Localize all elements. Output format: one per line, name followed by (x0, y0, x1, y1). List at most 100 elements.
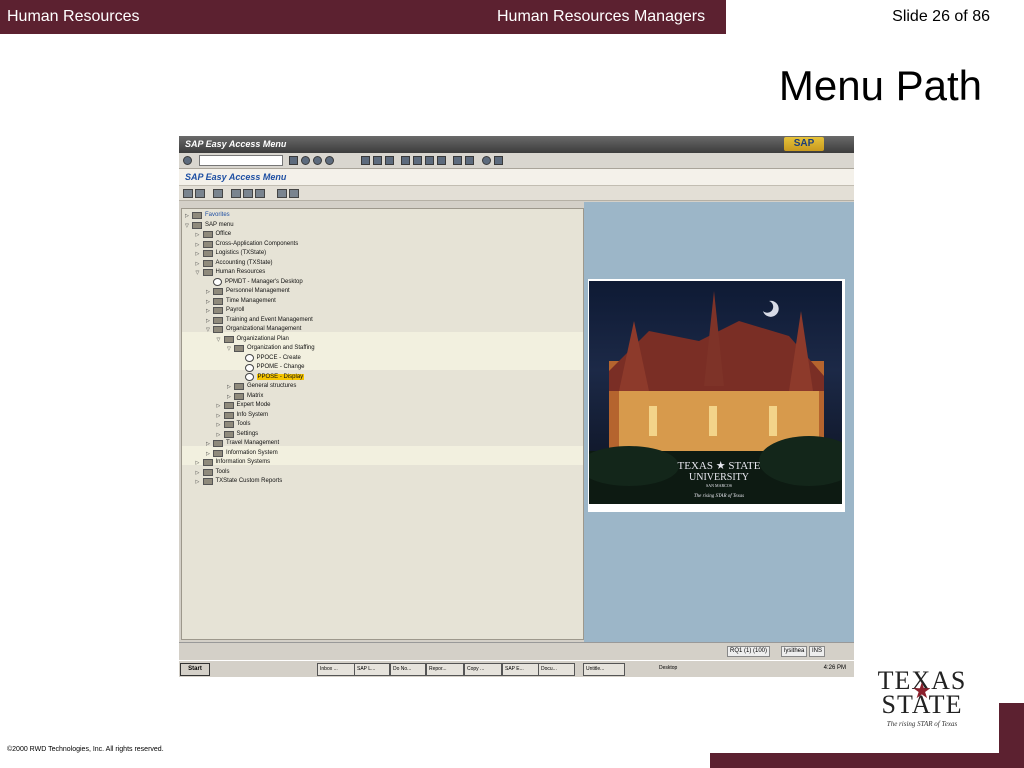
back-icon[interactable] (301, 156, 310, 165)
delete-favorite-icon[interactable] (243, 189, 253, 198)
save-icon[interactable] (289, 156, 298, 165)
expanded-triangle-icon[interactable]: ▽ (227, 345, 234, 354)
print-icon[interactable] (361, 156, 370, 165)
move-down-icon[interactable] (277, 189, 287, 198)
standard-toolbar (179, 153, 854, 169)
folder-icon (202, 259, 213, 267)
transaction-icon (244, 363, 254, 372)
tree-item-label: Personnel Management (226, 288, 290, 294)
status-server: lysithea (781, 646, 808, 657)
tree-item[interactable]: ▷ Settings (217, 430, 259, 439)
expanded-triangle-icon[interactable]: ▽ (217, 336, 224, 345)
move-up-icon[interactable] (289, 189, 299, 198)
tree-item[interactable]: PPMDT - Manager's Desktop (206, 278, 303, 287)
enter-icon[interactable] (183, 156, 192, 165)
tree-item[interactable]: ▷ Travel Management (206, 439, 279, 448)
taskbar-button[interactable]: SAP L... (354, 663, 390, 676)
tree-item[interactable]: ▷ Info System (217, 411, 268, 420)
taskbar-button[interactable]: Untitle... (583, 663, 625, 676)
tree-item[interactable]: ▷ Payroll (206, 306, 244, 315)
collapsed-triangle-icon[interactable]: ▷ (196, 478, 203, 487)
taskbar-button[interactable]: Do No... (390, 663, 426, 676)
folder-icon (202, 231, 213, 238)
sap-menu-icon[interactable] (195, 189, 205, 198)
tree-item-label: PPOME - Change (256, 364, 305, 370)
tree-item[interactable]: ▷ Personnel Management (206, 287, 290, 296)
status-mode: INS (809, 646, 826, 657)
desktop-toolbar[interactable]: Desktop (657, 663, 685, 674)
tree-item[interactable]: ▷ Information System (206, 449, 278, 458)
tree-item[interactable]: ▷ Logistics (TXState) (196, 249, 266, 258)
help-icon[interactable] (482, 156, 491, 165)
folder-icon (234, 345, 244, 352)
other-menu-icon[interactable] (213, 189, 223, 198)
tree-item-label: Favorites (205, 212, 230, 218)
previous-page-icon[interactable] (413, 156, 422, 165)
tree-item[interactable]: ▽ Human Resources (196, 268, 265, 278)
tree-item[interactable]: ▽ Organizational Management (206, 325, 301, 334)
campus-building-image: TEXAS ★ STATE UNIVERSITY SAN MARCOS The … (589, 281, 842, 504)
last-page-icon[interactable] (437, 156, 446, 165)
tree-item[interactable]: ▷ General structures (227, 382, 296, 391)
taskbar-button[interactable]: Docu... (538, 663, 575, 676)
tree-item[interactable]: ▷ Tools (196, 468, 230, 477)
tree-item[interactable]: ▽ SAP menu (185, 221, 234, 230)
folder-icon (213, 307, 223, 314)
windows-taskbar: Start Inbox ... SAP L... Do No... Repor.… (179, 660, 854, 677)
tree-item[interactable]: ▷ Office (196, 230, 231, 239)
new-session-icon[interactable] (453, 156, 462, 165)
cancel-icon[interactable] (325, 156, 334, 165)
window-title: SAP Easy Access Menu (185, 139, 287, 149)
expanded-triangle-icon[interactable]: ▽ (206, 326, 213, 335)
find-next-icon[interactable] (385, 156, 394, 165)
first-page-icon[interactable] (401, 156, 410, 165)
folder-icon (202, 468, 213, 476)
tree-item-label: TXState Custom Reports (215, 478, 283, 484)
tree-item[interactable]: PPOSE - Display (238, 373, 305, 382)
change-favorite-icon[interactable] (255, 189, 265, 198)
status-system: RQ1 (1) (100) (727, 646, 771, 657)
tree-item-label: SAP menu (205, 221, 234, 228)
photo-caption-line3: SAN MARCOS (706, 483, 732, 488)
tree-item[interactable]: ▽ Organization and Staffing (227, 344, 315, 353)
tree-item-label: Tools (236, 421, 251, 427)
taskbar-button[interactable]: SAP E... (502, 663, 539, 676)
tree-item-label: Information Systems (215, 459, 271, 465)
tree-item-label: PPMDT - Manager's Desktop (225, 278, 303, 285)
layout-menu-icon[interactable] (494, 156, 503, 165)
tree-item[interactable]: PPOME - Change (238, 363, 305, 372)
header-center-title: Human Resources Managers (497, 8, 706, 25)
start-button[interactable]: Start (180, 663, 210, 676)
find-icon[interactable] (373, 156, 382, 165)
folder-icon (213, 297, 223, 305)
tree-item[interactable]: ▽ Organizational Plan (217, 335, 289, 344)
tree-item[interactable]: ▷ Favorites (185, 211, 230, 220)
command-field[interactable] (199, 155, 283, 166)
tree-item[interactable]: ▷ Accounting (TXState) (196, 259, 273, 268)
copyright-footer: ©2000 RWD Technologies, Inc. All rights … (7, 746, 164, 753)
tree-item-label: Travel Management (226, 440, 280, 446)
user-menu-icon[interactable] (183, 189, 193, 198)
photo-caption-line2: UNIVERSITY (689, 472, 749, 483)
folder-icon (202, 478, 213, 485)
taskbar-button[interactable]: Copy ... (464, 663, 502, 676)
tree-item[interactable]: ▷ Training and Event Management (206, 316, 313, 325)
tree-item[interactable]: ▷ TXState Custom Reports (196, 477, 283, 487)
next-page-icon[interactable] (425, 156, 434, 165)
tree-item[interactable]: ▷ Time Management (206, 297, 276, 306)
tree-item[interactable]: ▷ Expert Mode (217, 401, 271, 410)
tree-item[interactable]: PPOCE - Create (238, 354, 301, 363)
tree-item[interactable]: ▷ Tools (217, 420, 251, 429)
expanded-triangle-icon[interactable]: ▽ (185, 222, 192, 231)
tree-item-label: Settings (236, 430, 259, 437)
taskbar-button[interactable]: Repor... (426, 663, 464, 676)
expanded-triangle-icon[interactable]: ▽ (196, 269, 203, 278)
shortcut-icon[interactable] (465, 156, 474, 165)
exit-icon[interactable] (313, 156, 322, 165)
tree-item[interactable]: ▷ Information Systems (196, 458, 271, 467)
add-favorite-icon[interactable] (231, 189, 241, 198)
tree-item[interactable]: ▷ Matrix (227, 392, 263, 401)
tree-item[interactable]: ▷ Cross-Application Components (196, 240, 298, 249)
taskbar-button[interactable]: Inbox ... (317, 663, 355, 676)
page-title: Menu Path (778, 62, 982, 109)
